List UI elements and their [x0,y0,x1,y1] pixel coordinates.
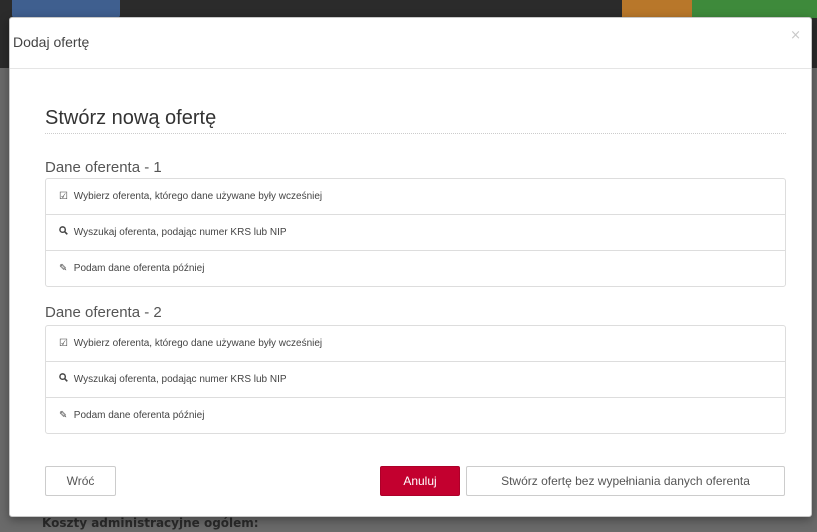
background-green-block [692,0,817,18]
modal-title: Dodaj ofertę [13,34,90,50]
checkbox-icon: ☑ [59,191,68,202]
option-enter-later[interactable]: ✎ Podam dane oferenta później [46,250,785,286]
heading-divider [45,133,786,134]
background-logo-block [622,0,692,18]
edit-icon: ✎ [59,263,68,274]
group-title-2: Dane oferenta - 2 [45,304,162,321]
create-without-data-button[interactable]: Stwórz ofertę bez wypełniania danych ofe… [466,466,785,496]
search-icon [59,362,71,397]
option-label: Wyszukaj oferenta, podając numer KRS lub… [73,374,287,385]
add-offer-modal: Dodaj ofertę × Stwórz nową ofertę Dane o… [9,17,812,517]
option-label: Wybierz oferenta, którego dane używane b… [73,338,323,349]
option-choose-previous[interactable]: ☑ Wybierz oferenta, którego dane używane… [46,179,785,214]
back-button[interactable]: Wróć [45,466,116,496]
option-list-2: ☑ Wybierz oferenta, którego dane używane… [45,325,786,434]
option-search-krs-nip[interactable]: Wyszukaj oferenta, podając numer KRS lub… [46,361,785,397]
edit-icon: ✎ [59,410,68,421]
search-icon [59,215,71,250]
option-enter-later[interactable]: ✎ Podam dane oferenta później [46,397,785,433]
group-title-1: Dane oferenta - 1 [45,159,162,176]
option-label: Wybierz oferenta, którego dane używane b… [73,191,323,202]
modal-header: Dodaj ofertę × [10,18,811,69]
option-label: Podam dane oferenta później [73,263,205,274]
option-label: Wyszukaj oferenta, podając numer KRS lub… [73,227,287,238]
checkbox-icon: ☑ [59,338,68,349]
background-footer-text: Koszty administracyjne ogólem: [42,516,259,530]
background-top-left-tab [12,0,120,18]
option-list-1: ☑ Wybierz oferenta, którego dane używane… [45,178,786,287]
cancel-button[interactable]: Anuluj [380,466,460,496]
option-label: Podam dane oferenta później [73,410,205,421]
close-button[interactable]: × [790,28,801,43]
section-heading: Stwórz nową ofertę [45,107,217,129]
option-choose-previous[interactable]: ☑ Wybierz oferenta, którego dane używane… [46,326,785,361]
option-search-krs-nip[interactable]: Wyszukaj oferenta, podając numer KRS lub… [46,214,785,250]
